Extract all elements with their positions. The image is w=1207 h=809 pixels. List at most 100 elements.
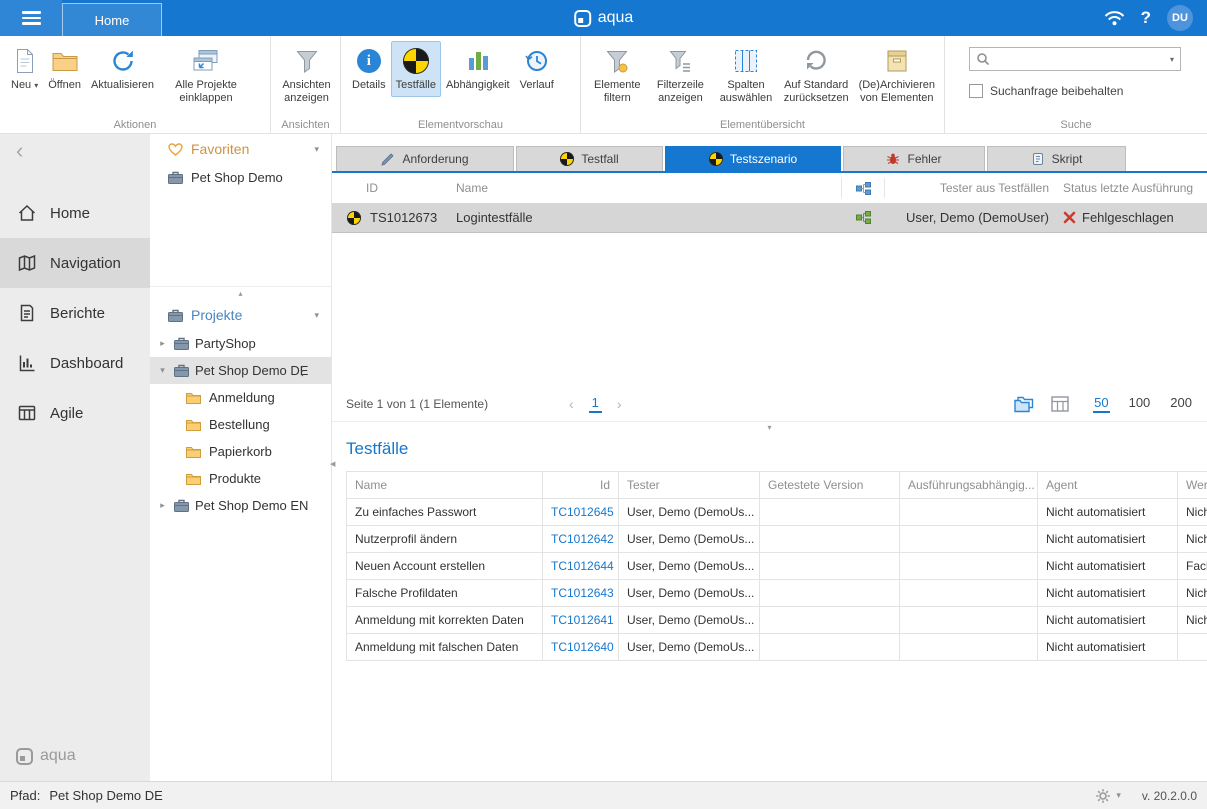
settings-gear-icon[interactable]	[1095, 788, 1111, 804]
sidebar-item-dashboard[interactable]: Dashboard	[0, 338, 150, 388]
tab-testfall[interactable]: Testfall	[516, 146, 663, 171]
pv-col-name[interactable]: Name	[347, 472, 543, 499]
keep-search-checkbox[interactable]	[969, 84, 983, 98]
tab-anforderung[interactable]: Anforderung	[336, 146, 514, 171]
testcase-id-link[interactable]: TC1012645	[543, 499, 619, 526]
page-size-100[interactable]: 100	[1128, 395, 1152, 413]
search-input[interactable]	[995, 52, 1165, 67]
hamburger-menu-button[interactable]	[0, 0, 62, 36]
column-header-status[interactable]: Status letzte Ausführung	[1055, 181, 1207, 195]
favorite-item-pet-shop-demo[interactable]: Pet Shop Demo	[150, 164, 331, 190]
testcase-row[interactable]: Anmeldung mit falschen Daten TC1012640 U…	[347, 634, 1207, 661]
testcase-id-link[interactable]: TC1012643	[543, 580, 619, 607]
collapse-icon[interactable]: ▾	[157, 365, 168, 376]
show-filter-row-button[interactable]: Filterzeile anzeigen	[648, 41, 714, 109]
testcase-row[interactable]: Neuen Account erstellen TC1012644 User, …	[347, 553, 1207, 580]
project-partyshop[interactable]: ▸ PartyShop	[150, 330, 331, 357]
ribbon-group-ansichten: Ansichten anzeigen Ansichten	[270, 36, 340, 133]
open-button[interactable]: Öffnen	[43, 41, 86, 97]
pv-col-version[interactable]: Getestete Version	[760, 472, 900, 499]
new-button[interactable]: Neu▾	[6, 41, 43, 97]
folder-anmeldung[interactable]: Anmeldung	[150, 384, 331, 411]
group-caption-elementvorschau: Elementvorschau	[341, 119, 580, 131]
favorites-splitter[interactable]: ▴	[150, 286, 331, 300]
topbar-home-tab[interactable]: Home	[62, 3, 162, 36]
projects-header[interactable]: Projekte ▾	[150, 300, 331, 330]
flat-view-icon[interactable]	[1051, 396, 1069, 412]
chevron-down-icon[interactable]: ▾	[314, 310, 319, 321]
keep-search-option[interactable]: Suchanfrage beibehalten	[969, 84, 1181, 98]
preview-splitter[interactable]: ▾	[332, 421, 1207, 433]
pv-col-tester[interactable]: Tester	[619, 472, 760, 499]
sidebar-item-berichte[interactable]: Berichte	[0, 288, 150, 338]
settings-dropdown-icon[interactable]: ▾	[1116, 790, 1121, 801]
show-views-button[interactable]: Ansichten anzeigen	[277, 41, 336, 109]
ribbon-group-elementuebersicht: Elemente filtern Filterzeile anzeigen Sp…	[580, 36, 944, 133]
next-page-button[interactable]: ›	[617, 396, 622, 412]
briefcase-icon	[168, 309, 183, 322]
tab-fehler[interactable]: Fehler	[843, 146, 985, 171]
folder-bestellung[interactable]: Bestellung	[150, 411, 331, 438]
testcase-checker-icon	[403, 48, 429, 74]
current-page-button[interactable]: 1	[589, 395, 602, 413]
testcase-id-link[interactable]: TC1012644	[543, 553, 619, 580]
open-folder-icon	[51, 46, 79, 76]
chevron-down-icon[interactable]: ▾	[314, 144, 319, 155]
testcase-id-link[interactable]: TC1012641	[543, 607, 619, 634]
pv-col-agent[interactable]: Agent	[1038, 472, 1178, 499]
testcase-row[interactable]: Anmeldung mit korrekten Daten TC1012641 …	[347, 607, 1207, 634]
favorites-header[interactable]: Favoriten ▾	[150, 134, 331, 164]
testcase-row[interactable]: Falsche Profildaten TC1012643 User, Demo…	[347, 580, 1207, 607]
column-header-id[interactable]: ID	[332, 181, 452, 195]
details-button[interactable]: i Details	[347, 41, 391, 97]
sidebar-item-home[interactable]: Home	[0, 188, 150, 238]
pv-col-wer[interactable]: Wer	[1178, 472, 1207, 499]
column-header-tester[interactable]: Tester aus Testfällen	[885, 181, 1055, 195]
board-grid-icon	[17, 403, 37, 423]
expand-icon[interactable]: ▸	[157, 500, 168, 511]
row-hierarchy-icon[interactable]	[841, 211, 885, 224]
tab-skript[interactable]: Skript	[987, 146, 1126, 171]
testcase-id-link[interactable]: TC1012642	[543, 526, 619, 553]
pv-col-id[interactable]: Id	[543, 472, 619, 499]
hierarchy-view-icon[interactable]	[1013, 396, 1035, 413]
reset-to-default-button[interactable]: Auf Standard zurücksetzen	[779, 41, 854, 109]
explorer-collapse-handle[interactable]: ◀	[330, 460, 335, 468]
history-button[interactable]: Verlauf	[515, 41, 559, 97]
page-size-200[interactable]: 200	[1169, 395, 1193, 413]
sidebar-item-agile[interactable]: Agile	[0, 388, 150, 438]
sidebar-item-navigation[interactable]: Navigation	[0, 238, 150, 288]
expand-icon[interactable]: ▸	[157, 338, 168, 349]
tab-testszenario[interactable]: Testszenario	[665, 146, 841, 171]
project-pet-shop-demo-en[interactable]: ▸ Pet Shop Demo EN	[150, 492, 331, 519]
pagination-info: Seite 1 von 1 (1 Elemente)	[346, 397, 511, 411]
help-icon[interactable]: ?	[1141, 8, 1151, 28]
connection-status-icon[interactable]	[1104, 10, 1125, 26]
pv-col-dependency[interactable]: Ausführungsabhängig...	[900, 472, 1038, 499]
dependency-button[interactable]: Abhängigkeit	[441, 41, 515, 97]
filter-elements-button[interactable]: Elemente filtern	[587, 41, 648, 109]
column-header-name[interactable]: Name	[452, 181, 841, 195]
testcases-preview-button[interactable]: Testfälle	[391, 41, 441, 97]
archive-elements-button[interactable]: (De)Archivieren von Elementen	[854, 41, 940, 109]
refresh-button[interactable]: Aktualisieren	[86, 41, 159, 97]
collapse-all-projects-button[interactable]: Alle Projekte einklappen	[159, 41, 253, 109]
folder-papierkorb[interactable]: Papierkorb	[150, 438, 331, 465]
search-dropdown-icon[interactable]: ▾	[1170, 55, 1174, 64]
choose-columns-button[interactable]: Spalten auswählen	[713, 41, 779, 109]
kebab-menu-icon[interactable]: ⋮	[296, 363, 309, 379]
testcase-id-link[interactable]: TC1012640	[543, 634, 619, 661]
folder-produkte[interactable]: Produkte	[150, 465, 331, 492]
preview-title: Testfälle	[346, 439, 1207, 459]
user-avatar[interactable]: DU	[1167, 5, 1193, 31]
prev-page-button[interactable]: ‹	[569, 396, 574, 412]
group-caption-suche: Suche	[945, 119, 1207, 131]
testcase-row[interactable]: Nutzerprofil ändern TC1012642 User, Demo…	[347, 526, 1207, 553]
project-pet-shop-demo-de[interactable]: ▾ Pet Shop Demo DE ⋮	[150, 357, 331, 384]
testcase-row[interactable]: Zu einfaches Passwort TC1012645 User, De…	[347, 499, 1207, 526]
testscenario-row[interactable]: TS1012673 Logintestfälle User, Demo (Dem…	[332, 203, 1207, 233]
sidebar-collapse-button[interactable]: ‹	[0, 134, 150, 168]
columns-icon	[733, 46, 759, 76]
page-size-50[interactable]: 50	[1093, 395, 1109, 413]
column-header-hierarchy[interactable]	[841, 178, 885, 198]
